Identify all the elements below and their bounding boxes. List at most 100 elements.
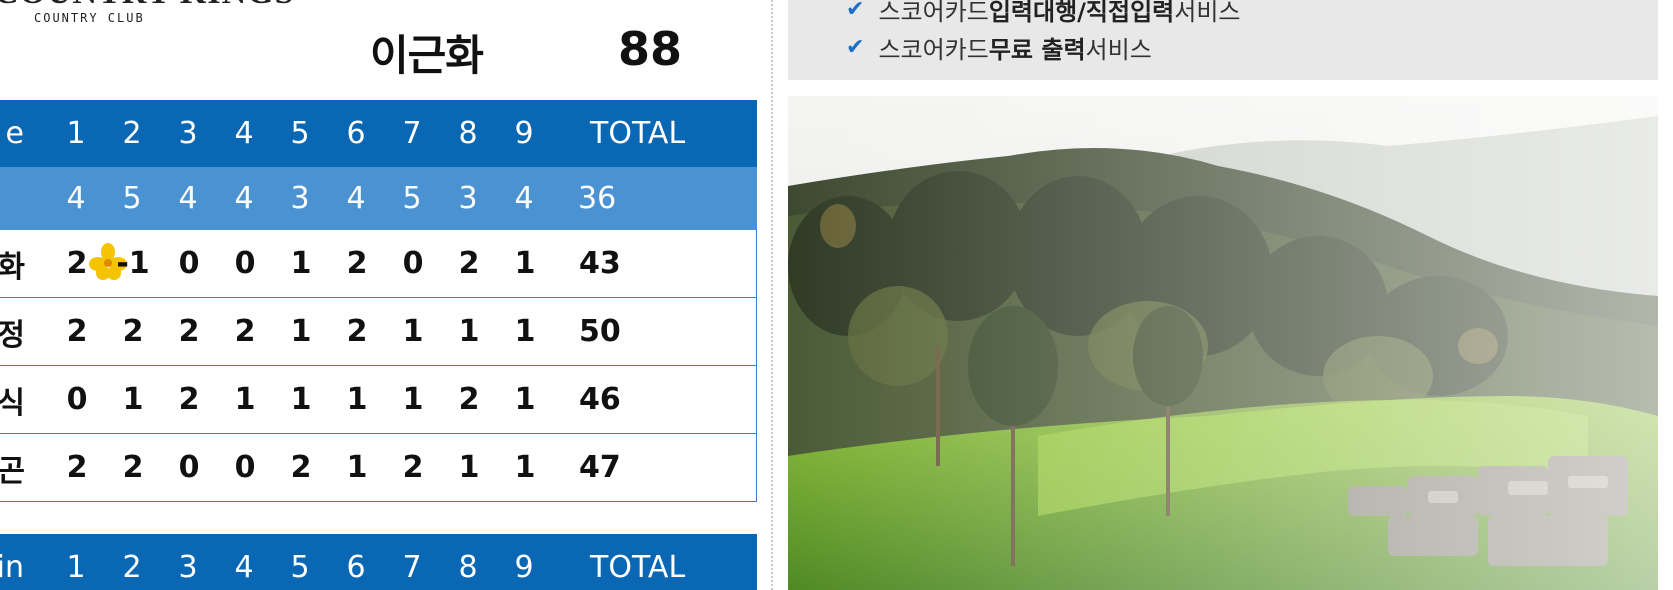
hole-number: 3 [178, 116, 198, 151]
hole-number: 3 [178, 550, 198, 585]
par-value: 5 [122, 181, 142, 216]
hole-number: 7 [402, 550, 422, 585]
hole-number: 6 [346, 116, 366, 151]
hole-score: 1 [346, 450, 368, 485]
hole-score: 0 [178, 450, 200, 485]
hole-number: 2 [122, 550, 142, 585]
hole-score: 0 [178, 246, 200, 281]
front-nine-table: e 1 2 3 4 5 6 7 8 9 TOTAL 4 5 4 4 3 4 5 … [0, 100, 757, 502]
hole-score: 0 [402, 246, 424, 281]
back-nine-table: ain 1 2 3 4 5 6 7 8 9 TOTAL [0, 534, 757, 590]
player-total: 46 [579, 382, 621, 417]
hole-number: 5 [290, 116, 310, 151]
hole-score: 1 [458, 314, 480, 349]
par-value: 4 [66, 181, 86, 216]
check-icon: ✔ [846, 0, 865, 22]
hole-score: 2 [66, 450, 88, 485]
player-total: 43 [579, 246, 621, 281]
hole-number: 2 [122, 116, 142, 151]
hole-score: 2 [66, 314, 88, 349]
scorecard-panel: COUNTRY KINGS COUNTRY CLUB 이근화 88 e 1 2 … [0, 0, 760, 590]
hole-score: 1 [122, 382, 144, 417]
player-label: 정 [0, 317, 25, 353]
hole-score: 1 [290, 314, 312, 349]
hole-score: 1 [234, 382, 256, 417]
service-text-post: 서비스 [1174, 0, 1241, 26]
golf-course-photo [788, 96, 1658, 590]
hole-score: 1 [514, 314, 536, 349]
par-value: 4 [178, 181, 198, 216]
hole-score: 1 [514, 450, 536, 485]
header-label: ain [0, 550, 24, 585]
player-label: 화 [0, 249, 25, 285]
hole-number: 8 [458, 116, 478, 151]
total-header: TOTAL [590, 116, 686, 151]
hole-score: 0 [234, 450, 256, 485]
player-total: 47 [579, 450, 621, 485]
hole-score: 0 [234, 246, 256, 281]
service-text-bold: 무료 출력 [988, 36, 1086, 64]
hole-score: 1 [290, 246, 312, 281]
player-name: 이근화 [370, 31, 484, 80]
service-item: ✔ 스코어카드 입력대행/직접입력 서비스 [846, 0, 1241, 27]
hole-score: 1 [458, 450, 480, 485]
table-header-row: ain 1 2 3 4 5 6 7 8 9 TOTAL [0, 534, 757, 590]
par-value: 3 [290, 181, 310, 216]
hole-score: 2 [458, 246, 480, 281]
hole-number: 1 [66, 116, 86, 151]
check-icon: ✔ [846, 35, 865, 60]
player-label: 곤 [0, 453, 25, 489]
hole-number: 9 [514, 116, 534, 151]
hole-number: 4 [234, 550, 254, 585]
hole-number: 5 [290, 550, 310, 585]
player-score-row: 화 2 -1 0 0 1 2 0 2 1 43 [0, 230, 757, 298]
header-label: e [5, 116, 24, 151]
hole-score: 2 [346, 246, 368, 281]
service-text-bold: 입력대행/직접입력 [988, 0, 1175, 26]
par-total: 36 [578, 181, 617, 216]
hole-score: 2 [346, 314, 368, 349]
service-text-pre: 스코어카드 [878, 0, 989, 26]
hole-score: 1 [402, 382, 424, 417]
hole-score: 2 [178, 382, 200, 417]
hole-number: 1 [66, 550, 86, 585]
column-divider [771, 0, 773, 590]
service-text-post: 서비스 [1085, 36, 1152, 64]
hole-score: 0 [66, 382, 88, 417]
par-value: 4 [346, 181, 366, 216]
hole-score: 1 [290, 382, 312, 417]
hole-score: 2 [122, 314, 144, 349]
hole-score: 2 [122, 450, 144, 485]
player-label: 식 [0, 385, 25, 421]
par-row: 4 5 4 4 3 4 5 3 4 36 [0, 167, 757, 230]
service-text-pre: 스코어카드 [878, 36, 989, 64]
player-score-row: 식 0 1 2 1 1 1 1 2 1 46 [0, 366, 757, 434]
hole-score: 2 [458, 382, 480, 417]
player-score-row: 정 2 2 2 2 1 2 1 1 1 50 [0, 298, 757, 366]
hole-number: 9 [514, 550, 534, 585]
hole-score: 2 [178, 314, 200, 349]
hole-score: 1 [346, 382, 368, 417]
player-total-score: 88 [618, 22, 683, 76]
service-info-box: ✔ 스코어카드 입력대행/직접입력 서비스 ✔ 스코어카드 무료 출력 서비스 [788, 0, 1658, 80]
hole-number: 7 [402, 116, 422, 151]
hole-score: 2 [402, 450, 424, 485]
hole-score: 1 [514, 382, 536, 417]
hole-score: -1 [116, 246, 150, 281]
par-value: 3 [458, 181, 478, 216]
total-header: TOTAL [590, 550, 686, 585]
table-header-row: e 1 2 3 4 5 6 7 8 9 TOTAL [0, 100, 757, 167]
hole-number: 4 [234, 116, 254, 151]
hole-score: 1 [402, 314, 424, 349]
player-total: 50 [579, 314, 621, 349]
hole-score: 2 [290, 450, 312, 485]
hole-number: 6 [346, 550, 366, 585]
player-score-row: 곤 2 2 0 0 2 1 2 1 1 47 [0, 434, 757, 502]
hole-number: 8 [458, 550, 478, 585]
club-logo-subtitle: COUNTRY CLUB [34, 11, 145, 25]
service-item: ✔ 스코어카드 무료 출력 서비스 [846, 30, 1152, 65]
hole-score: 2 [234, 314, 256, 349]
hole-score: 1 [514, 246, 536, 281]
par-value: 4 [234, 181, 254, 216]
par-value: 5 [402, 181, 422, 216]
